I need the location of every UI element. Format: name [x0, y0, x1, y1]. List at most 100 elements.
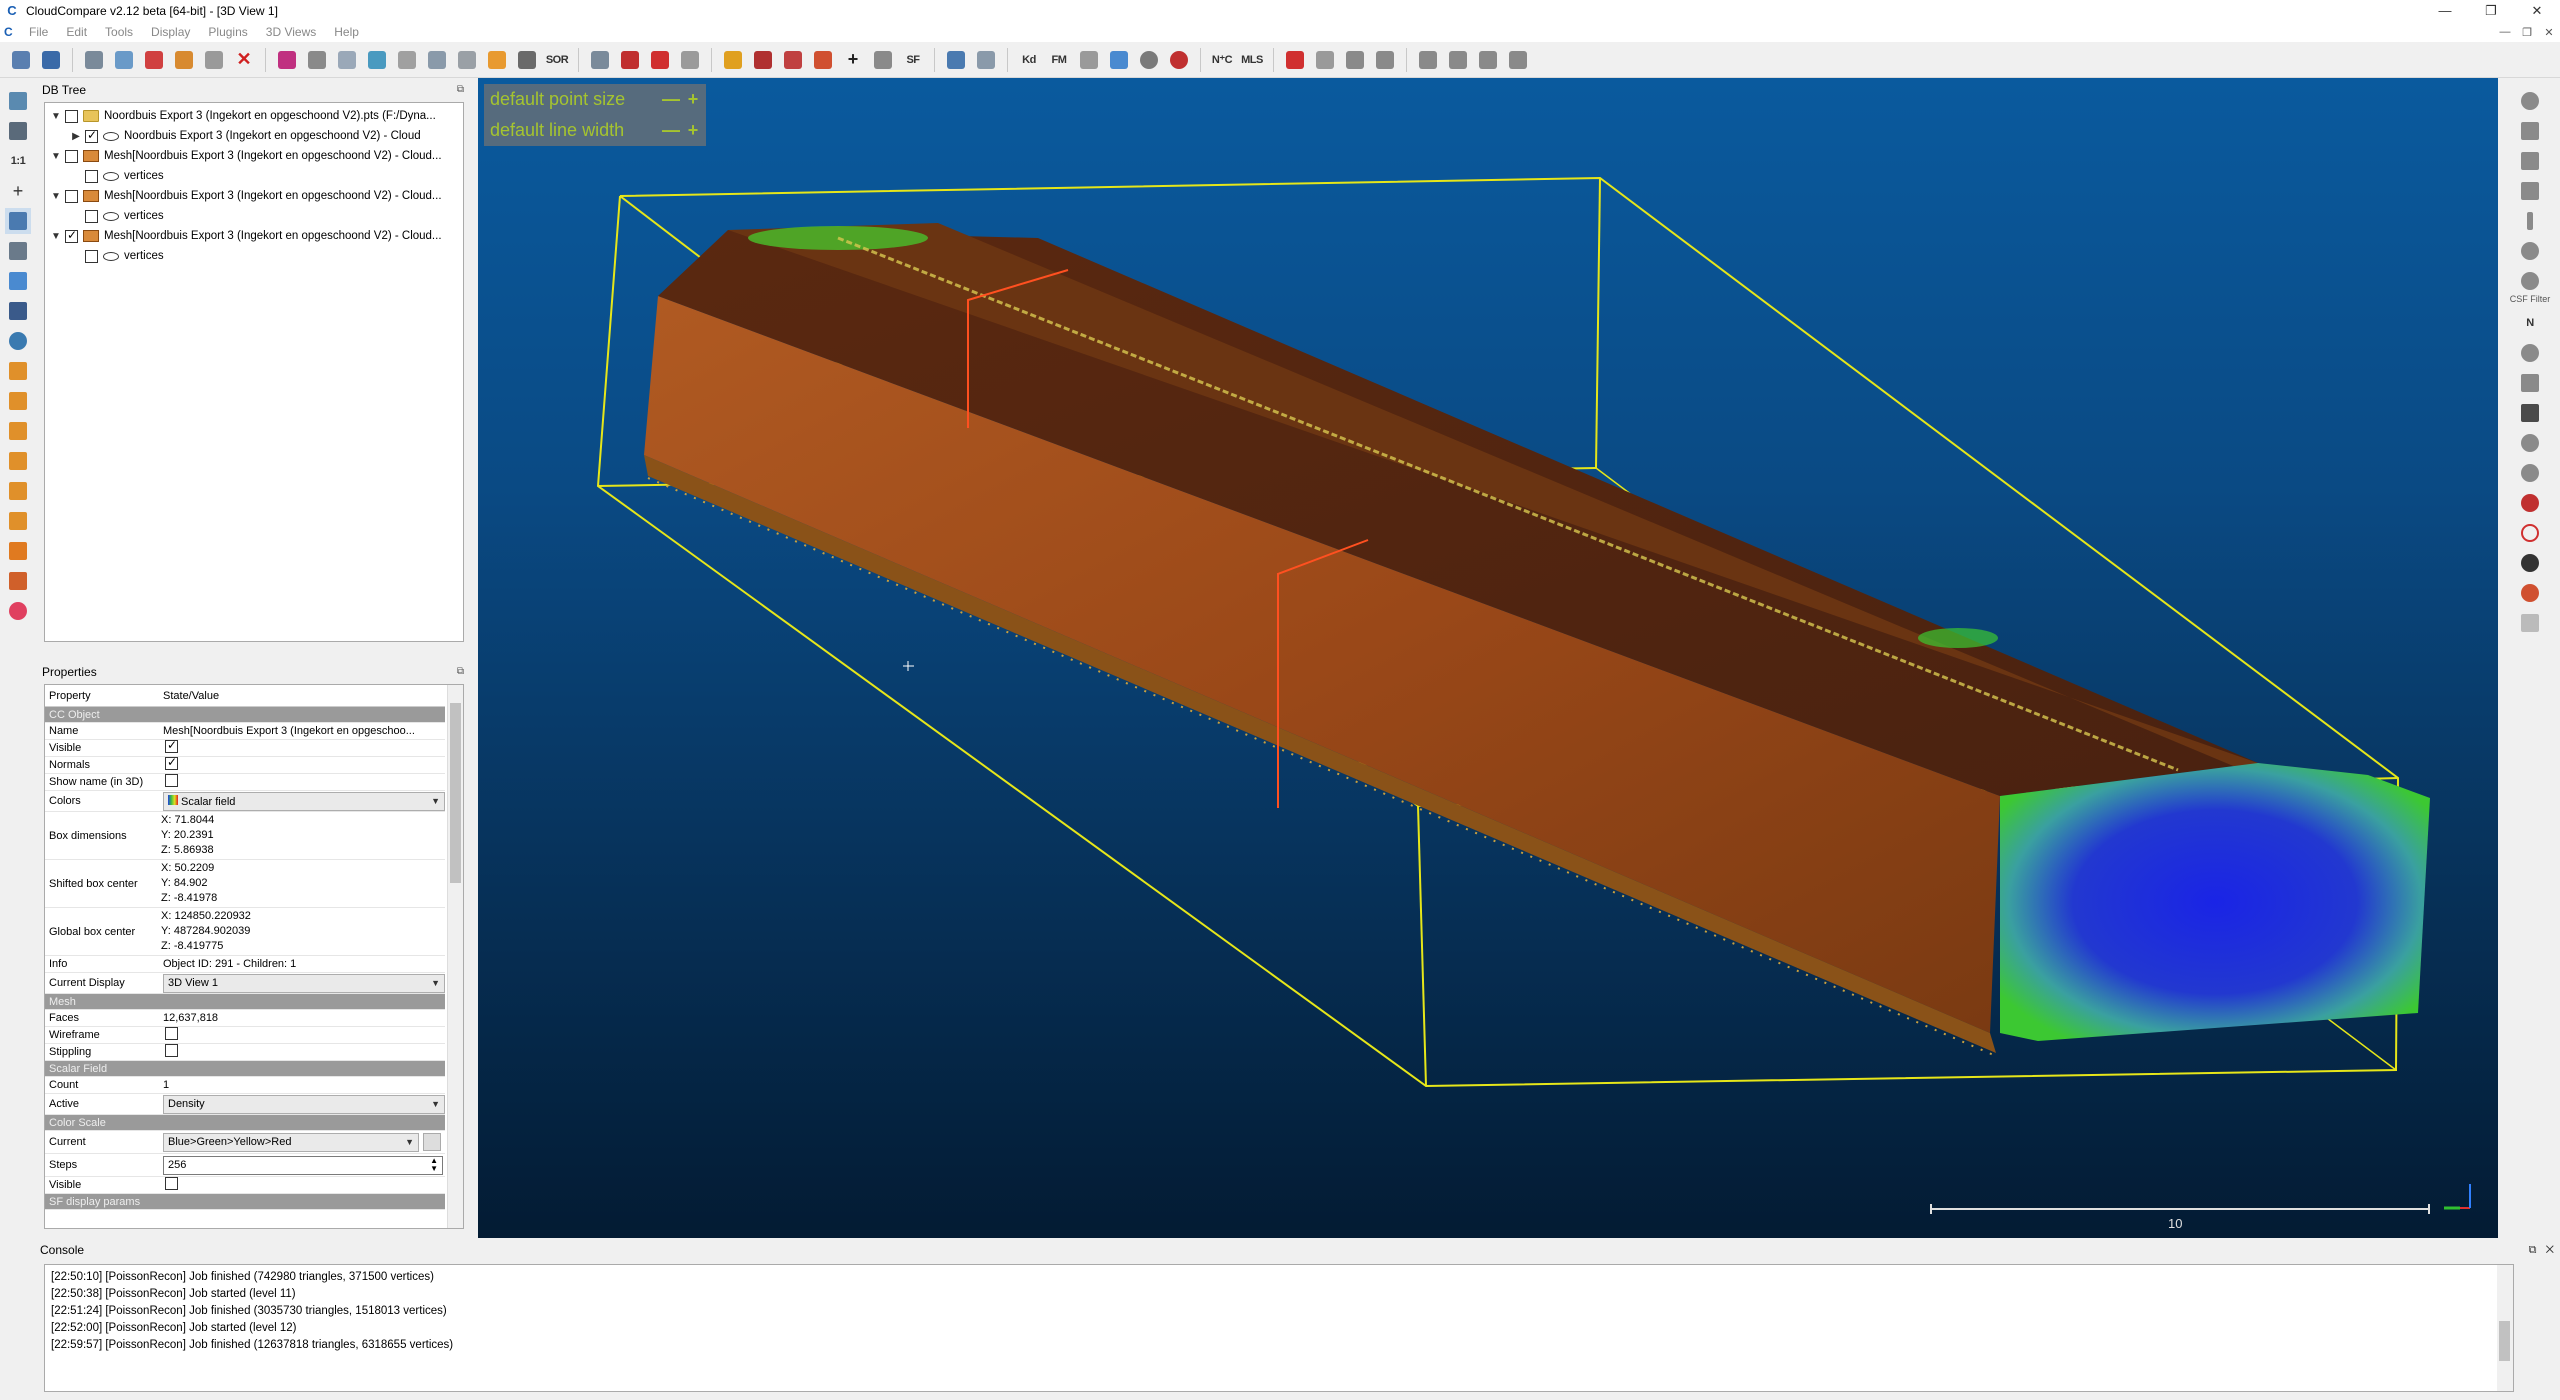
tree-item[interactable]: ▼ Mesh[Noordbuis Export 3 (Ingekort en op…: [45, 226, 463, 246]
view-iso1-button[interactable]: [5, 538, 31, 564]
merge-button[interactable]: [171, 47, 197, 73]
right-tool-2[interactable]: [2517, 118, 2543, 144]
right-tool-8[interactable]: [2517, 370, 2543, 396]
plugin-k-button[interactable]: [1475, 47, 1501, 73]
tree-item[interactable]: vertices: [45, 246, 463, 266]
mdi-minimize-button[interactable]: —: [2494, 26, 2516, 39]
point-size-minus-button[interactable]: —: [660, 89, 682, 110]
active-sf-combo[interactable]: Density ▼: [163, 1094, 445, 1114]
menu-tools[interactable]: Tools: [96, 25, 142, 39]
sf-gradient-button[interactable]: [870, 47, 896, 73]
menu-file[interactable]: File: [20, 25, 57, 39]
view-right-button[interactable]: [5, 478, 31, 504]
color-scale-editor-button[interactable]: [423, 1133, 441, 1151]
pan-button[interactable]: [5, 298, 31, 324]
histogram-button[interactable]: [720, 47, 746, 73]
label-connected-button[interactable]: [943, 47, 969, 73]
sf-button[interactable]: SF: [900, 47, 926, 73]
menu-3d-views[interactable]: 3D Views: [257, 25, 325, 39]
subsample-button[interactable]: [424, 47, 450, 73]
plugin-h-button[interactable]: [1372, 47, 1398, 73]
visibility-checkbox[interactable]: [85, 128, 98, 143]
octree-button[interactable]: [334, 47, 360, 73]
plugin-d-button[interactable]: [1166, 47, 1192, 73]
plugin-e-button[interactable]: [1282, 47, 1308, 73]
right-tool-16[interactable]: [2517, 610, 2543, 636]
console-scrollbar[interactable]: [2497, 1265, 2513, 1391]
point-picking-button[interactable]: [141, 47, 167, 73]
csf-filter-button[interactable]: [2517, 268, 2543, 294]
stereo-button[interactable]: [5, 598, 31, 624]
register-button[interactable]: [364, 47, 390, 73]
collapse-arrow-icon[interactable]: ▶: [69, 131, 83, 142]
normals-button[interactable]: [304, 47, 330, 73]
mdi-close-button[interactable]: ✕: [2538, 26, 2560, 39]
plugin-c-button[interactable]: [1136, 47, 1162, 73]
current-display-combo[interactable]: 3D View 1 ▼: [163, 973, 445, 993]
tree-item[interactable]: vertices: [45, 206, 463, 226]
expand-arrow-icon[interactable]: ▼: [49, 111, 63, 122]
visibility-checkbox[interactable]: [85, 249, 98, 263]
right-tool-3[interactable]: [2517, 148, 2543, 174]
plugin-g-button[interactable]: [1342, 47, 1368, 73]
plugin-l-button[interactable]: [1505, 47, 1531, 73]
tree-item[interactable]: ▼ Mesh[Noordbuis Export 3 (Ingekort en op…: [45, 146, 463, 166]
right-tool-11[interactable]: [2517, 460, 2543, 486]
right-tool-14[interactable]: [2517, 550, 2543, 576]
visibility-checkbox[interactable]: [65, 228, 78, 243]
right-tool-5[interactable]: [2517, 208, 2543, 234]
translate-rotate-button[interactable]: [81, 47, 107, 73]
plugin-j-button[interactable]: [1445, 47, 1471, 73]
undock-icon[interactable]: ⧉: [457, 80, 464, 100]
pivot-button[interactable]: +: [5, 178, 31, 204]
right-tool-9[interactable]: [2517, 400, 2543, 426]
mdi-restore-button[interactable]: ❐: [2516, 26, 2538, 39]
plugin-i-button[interactable]: [1415, 47, 1441, 73]
toggle-view-button[interactable]: [5, 88, 31, 114]
right-tool-13[interactable]: [2517, 520, 2543, 546]
properties-scrollbar[interactable]: [447, 685, 463, 1228]
show-name-checkbox[interactable]: [165, 774, 178, 787]
expand-arrow-icon[interactable]: ▼: [49, 231, 63, 242]
mls-button[interactable]: MLS: [1239, 47, 1265, 73]
tree-item[interactable]: vertices: [45, 166, 463, 186]
noise-filter-button[interactable]: [514, 47, 540, 73]
classify-button[interactable]: [973, 47, 999, 73]
nc-button[interactable]: N⁺C: [1209, 47, 1235, 73]
menu-edit[interactable]: Edit: [57, 25, 96, 39]
line-width-minus-button[interactable]: —: [660, 120, 682, 141]
save-button[interactable]: [38, 47, 64, 73]
segment-button[interactable]: [111, 47, 137, 73]
perspective-button[interactable]: [5, 268, 31, 294]
align-button[interactable]: [394, 47, 420, 73]
expand-arrow-icon[interactable]: ▼: [49, 191, 63, 202]
view-bottom-button[interactable]: [5, 508, 31, 534]
rotate-button[interactable]: [5, 238, 31, 264]
sor-filter-button[interactable]: SOR: [544, 47, 570, 73]
console-controls[interactable]: ⧉ ✕: [2529, 1240, 2554, 1260]
normals-checkbox[interactable]: [165, 757, 178, 770]
fm-button[interactable]: FM: [1046, 47, 1072, 73]
maximize-button[interactable]: ❐: [2468, 0, 2514, 22]
console-log[interactable]: [22:50:10] [PoissonRecon] Job finished (…: [44, 1264, 2514, 1392]
expand-arrow-icon[interactable]: ▼: [49, 151, 63, 162]
right-tool-7[interactable]: [2517, 340, 2543, 366]
point-size-plus-button[interactable]: +: [682, 89, 704, 110]
menu-help[interactable]: Help: [325, 25, 368, 39]
crop-button[interactable]: [617, 47, 643, 73]
tree-item[interactable]: ▼ Noordbuis Export 3 (Ingekort en opgesch…: [45, 106, 463, 126]
right-tool-1[interactable]: [2517, 88, 2543, 114]
visibility-checkbox[interactable]: [65, 149, 78, 163]
trace-button[interactable]: [677, 47, 703, 73]
camera-button[interactable]: [5, 118, 31, 144]
stippling-checkbox[interactable]: [165, 1044, 178, 1057]
spin-arrows-icon[interactable]: ▲ ▼: [430, 1157, 438, 1173]
visibility-checkbox[interactable]: [85, 169, 98, 183]
tree-item[interactable]: ▼ Mesh[Noordbuis Export 3 (Ingekort en op…: [45, 186, 463, 206]
cross-section-button[interactable]: [587, 47, 613, 73]
right-tool-12[interactable]: [2517, 490, 2543, 516]
db-tree[interactable]: ▼ Noordbuis Export 3 (Ingekort en opgesch…: [44, 102, 464, 642]
delete-button[interactable]: ✕: [231, 47, 257, 73]
view-back-button[interactable]: [5, 448, 31, 474]
north-button[interactable]: N: [2517, 310, 2543, 336]
